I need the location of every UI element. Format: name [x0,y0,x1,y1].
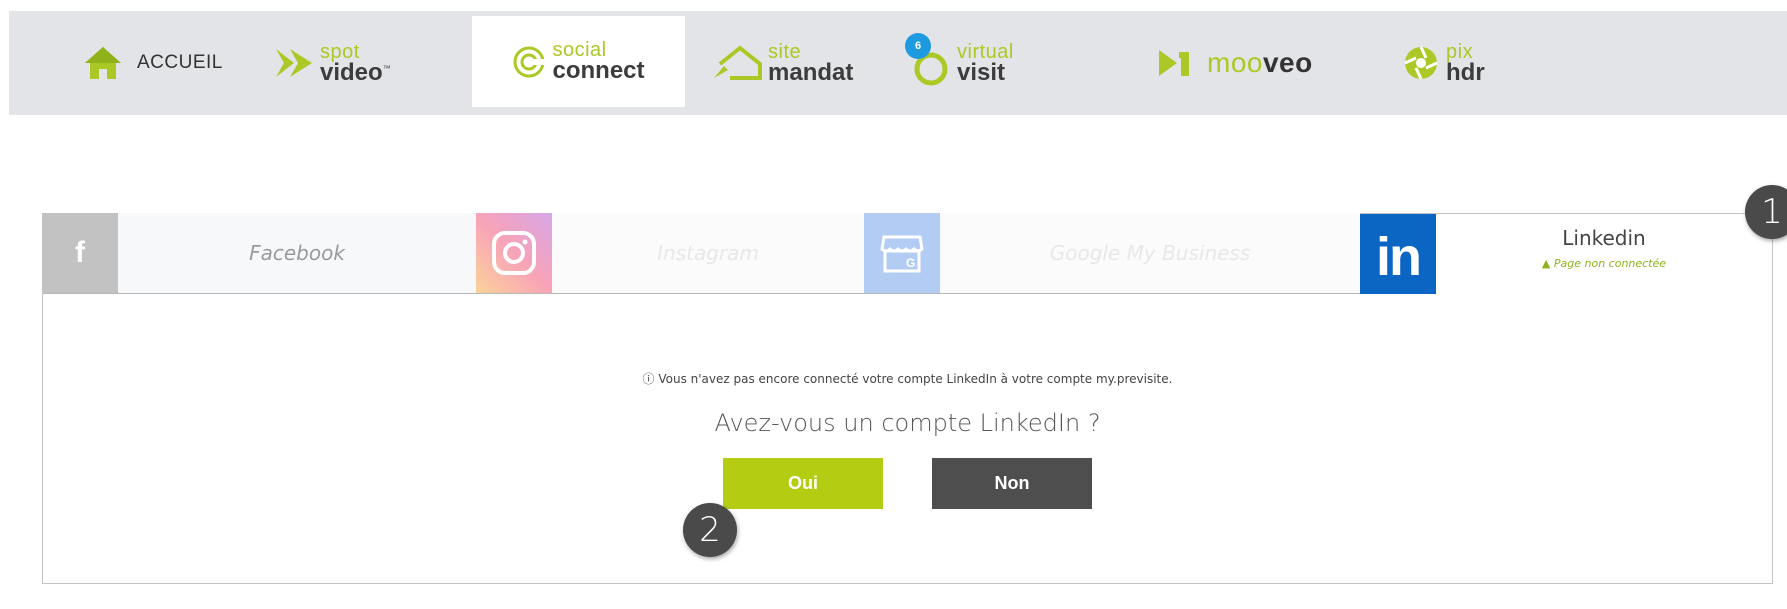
spot-video-logo: spot video™ [320,40,391,86]
nav-accueil-label: ACCUEIL [137,52,223,73]
aperture-icon [1404,46,1438,80]
site-mandat-logo: site mandat [768,40,854,86]
nav-social-connect[interactable]: social connect [472,16,685,107]
virtual-visit-logo: virtual visit [957,40,1014,86]
tab-linkedin-label-group: Linkedin ▲ Page non connectée [1436,226,1772,270]
connection-status-warning: ▲ Page non connectée [1541,257,1667,270]
no-button[interactable]: Non [932,458,1092,509]
svg-text:G: G [906,256,915,270]
social-connect-icon [513,46,546,77]
tab-linkedin[interactable]: in Linkedin ▲ Page non connectée [1360,213,1773,294]
tab-instagram[interactable]: Instagram [476,213,864,293]
home-icon [85,47,121,79]
info-message: ⓘ Vous n'avez pas encore connecté votre … [642,372,1173,386]
pix-hdr-logo: pix hdr [1446,40,1485,86]
notification-badge: 6 [905,33,931,59]
tab-facebook-label: Facebook [118,213,476,293]
step-marker-2: 2 [683,503,737,557]
tab-gmb-label: Google My Business [940,213,1360,293]
facebook-icon: f [42,213,118,293]
social-tabs: f Facebook Instagram G Google My Busines… [42,213,1773,294]
house-outline-icon [714,45,762,80]
mooveo-icon [1159,50,1189,76]
nav-spot-video[interactable]: spot video™ [274,11,391,115]
account-question: Avez-vous un compte LinkedIn ? [714,409,1101,437]
linkedin-connect-panel: ⓘ Vous n'avez pas encore connecté votre … [42,293,1773,584]
linkedin-icon: in [1360,214,1436,294]
yes-button[interactable]: Oui [723,458,883,509]
google-my-business-icon: G [864,213,940,293]
nav-accueil[interactable]: ACCUEIL [83,11,223,115]
mooveo-logo: mooveo [1207,47,1313,78]
nav-site-mandat[interactable]: site mandat [712,11,853,115]
nav-pix-hdr[interactable]: pix hdr [1402,11,1485,115]
social-connect-logo: social connect [552,39,645,84]
tab-linkedin-label: Linkedin [1562,226,1646,250]
instagram-icon [476,213,552,293]
nav-virtual-visit[interactable]: 6 virtual visit [905,11,1014,115]
tab-google-my-business[interactable]: G Google My Business [864,213,1360,293]
play-arrow-icon [276,49,312,77]
tab-facebook[interactable]: f Facebook [42,213,476,293]
nav-mooveo[interactable]: mooveo [1157,11,1313,115]
top-navigation: ACCUEIL spot video™ social connect site [9,11,1787,115]
tab-instagram-label: Instagram [552,213,864,293]
